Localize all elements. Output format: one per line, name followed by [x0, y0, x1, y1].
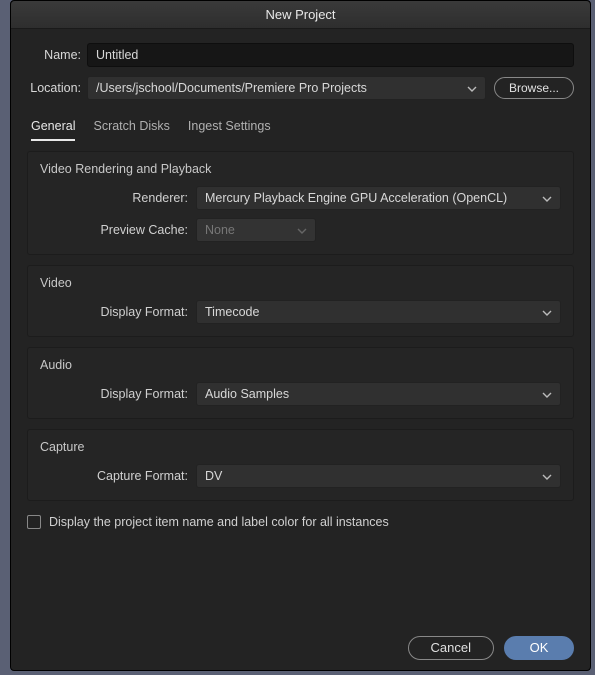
- audio-display-value: Audio Samples: [205, 387, 289, 401]
- section-capture-title: Capture: [40, 440, 561, 454]
- tabs: General Scratch Disks Ingest Settings: [27, 119, 574, 141]
- chevron-down-icon: [542, 307, 552, 317]
- section-video-title: Video: [40, 276, 561, 290]
- tab-general[interactable]: General: [31, 119, 75, 141]
- tab-ingest-settings[interactable]: Ingest Settings: [188, 119, 271, 141]
- location-row: Location: /Users/jschool/Documents/Premi…: [27, 76, 574, 100]
- ok-button[interactable]: OK: [504, 636, 574, 660]
- name-input[interactable]: [87, 43, 574, 67]
- preview-cache-row: Preview Cache: None: [40, 218, 561, 242]
- chevron-down-icon: [297, 225, 307, 235]
- capture-format-label: Capture Format:: [40, 469, 196, 483]
- chevron-down-icon: [542, 193, 552, 203]
- cancel-button[interactable]: Cancel: [408, 636, 494, 660]
- display-item-name-checkbox[interactable]: [27, 515, 41, 529]
- dialog-footer: Cancel OK: [27, 626, 574, 660]
- preview-cache-label: Preview Cache:: [40, 223, 196, 237]
- chevron-down-icon: [542, 471, 552, 481]
- display-item-name-checkbox-row[interactable]: Display the project item name and label …: [27, 515, 574, 529]
- section-rendering-title: Video Rendering and Playback: [40, 162, 561, 176]
- section-capture: Capture Capture Format: DV: [27, 429, 574, 501]
- video-display-row: Display Format: Timecode: [40, 300, 561, 324]
- name-label: Name:: [27, 48, 87, 62]
- video-display-label: Display Format:: [40, 305, 196, 319]
- dialog-body: Name: Location: /Users/jschool/Documents…: [11, 29, 590, 670]
- preview-cache-value: None: [205, 223, 235, 237]
- name-row: Name:: [27, 43, 574, 67]
- location-label: Location:: [27, 81, 87, 95]
- dialog-title: New Project: [11, 1, 590, 29]
- capture-format-value: DV: [205, 469, 222, 483]
- tab-scratch-disks[interactable]: Scratch Disks: [93, 119, 169, 141]
- renderer-row: Renderer: Mercury Playback Engine GPU Ac…: [40, 186, 561, 210]
- preview-cache-select: None: [196, 218, 316, 242]
- renderer-value: Mercury Playback Engine GPU Acceleration…: [205, 191, 507, 205]
- section-audio: Audio Display Format: Audio Samples: [27, 347, 574, 419]
- location-select[interactable]: /Users/jschool/Documents/Premiere Pro Pr…: [87, 76, 486, 100]
- section-video: Video Display Format: Timecode: [27, 265, 574, 337]
- new-project-dialog: New Project Name: Location: /Users/jscho…: [10, 0, 591, 671]
- audio-display-label: Display Format:: [40, 387, 196, 401]
- capture-format-row: Capture Format: DV: [40, 464, 561, 488]
- renderer-select[interactable]: Mercury Playback Engine GPU Acceleration…: [196, 186, 561, 210]
- audio-display-select[interactable]: Audio Samples: [196, 382, 561, 406]
- audio-display-row: Display Format: Audio Samples: [40, 382, 561, 406]
- chevron-down-icon: [467, 83, 477, 93]
- renderer-label: Renderer:: [40, 191, 196, 205]
- location-value: /Users/jschool/Documents/Premiere Pro Pr…: [96, 81, 367, 95]
- video-display-value: Timecode: [205, 305, 259, 319]
- display-item-name-label: Display the project item name and label …: [49, 515, 389, 529]
- capture-format-select[interactable]: DV: [196, 464, 561, 488]
- section-rendering: Video Rendering and Playback Renderer: M…: [27, 151, 574, 255]
- chevron-down-icon: [542, 389, 552, 399]
- browse-button[interactable]: Browse...: [494, 77, 574, 99]
- section-audio-title: Audio: [40, 358, 561, 372]
- video-display-select[interactable]: Timecode: [196, 300, 561, 324]
